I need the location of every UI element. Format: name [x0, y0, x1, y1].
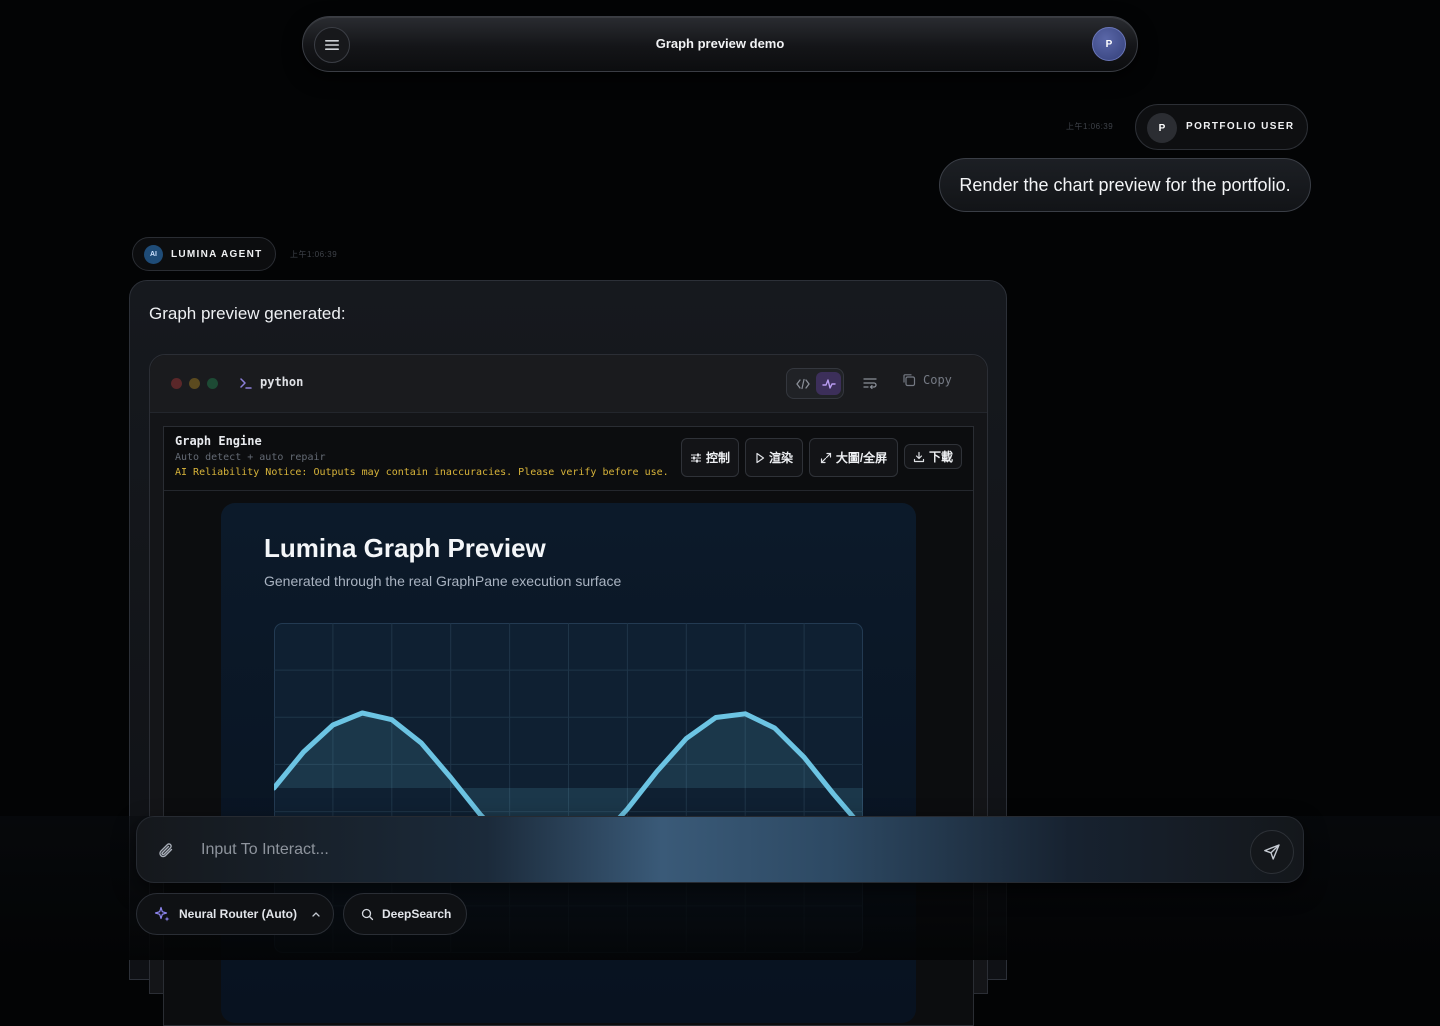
expand-icon [820, 452, 831, 463]
user-sender-name: PORTFOLIO USER [1186, 121, 1295, 132]
preview-title: Lumina Graph Preview [264, 533, 546, 563]
agent-avatar: AI [144, 245, 163, 264]
download-label: 下載 [928, 450, 953, 464]
code-block-header: python Copy [150, 355, 987, 413]
user-avatar: P [1147, 113, 1177, 143]
user-avatar-button[interactable]: P [1092, 27, 1126, 61]
agent-message-timestamp: 上午1:06:39 [290, 250, 338, 259]
download-button[interactable]: 下載 [904, 444, 962, 469]
copy-label: Copy [923, 373, 952, 387]
code-view-toggle[interactable] [790, 372, 815, 395]
preview-subtitle: Generated through the real GraphPane exe… [264, 573, 622, 589]
user-message-bubble: Render the chart preview for the portfol… [939, 158, 1311, 212]
sparkles-icon [154, 906, 170, 921]
model-selector[interactable]: Neural Router (Auto) [136, 893, 334, 935]
window-close-dot [171, 378, 182, 389]
graph-engine-title: Graph Engine [175, 434, 262, 448]
controls-label: 控制 [705, 451, 730, 465]
deepsearch-button[interactable]: DeepSearch [343, 893, 467, 935]
view-toggle-group [786, 368, 844, 399]
controls-button[interactable]: 控制 [681, 438, 739, 477]
copy-icon [903, 374, 916, 387]
code-language-label: python [260, 375, 304, 389]
search-icon [361, 908, 374, 920]
render-label: 渲染 [768, 451, 793, 465]
code-icon [795, 378, 810, 389]
sliders-icon [690, 453, 701, 462]
page-title: Graph preview demo [655, 36, 785, 51]
graph-engine-subtitle: Auto detect + auto repair [175, 452, 326, 463]
message-input[interactable] [199, 831, 1229, 869]
wrap-lines-icon[interactable] [862, 376, 878, 390]
top-bar: Graph preview demo P [302, 16, 1138, 72]
send-icon [1264, 844, 1280, 860]
user-message-timestamp: 上午1:06:39 [1066, 122, 1114, 131]
terminal-icon [240, 378, 252, 389]
model-selector-label: Neural Router (Auto) [179, 907, 297, 921]
graph-view-toggle[interactable] [816, 372, 841, 395]
play-icon [756, 452, 765, 463]
chevron-up-icon [312, 912, 320, 917]
agent-sender-name: LUMINA AGENT [171, 249, 263, 260]
render-button[interactable]: 渲染 [745, 438, 803, 477]
window-minimize-dot [189, 378, 200, 389]
window-maximize-dot [207, 378, 218, 389]
agent-sender-chip: AI LUMINA AGENT [132, 237, 276, 271]
activity-graph-icon [821, 378, 836, 389]
paperclip-icon[interactable] [157, 841, 177, 861]
download-icon [913, 451, 925, 462]
user-sender-chip: P PORTFOLIO USER [1135, 104, 1308, 150]
send-button[interactable] [1250, 830, 1294, 874]
fullscreen-label: 大圖/全屏 [835, 451, 888, 465]
copy-button[interactable]: Copy [902, 373, 952, 387]
reliability-notice: AI Reliability Notice: Outputs may conta… [175, 467, 669, 478]
graph-engine-header: Graph Engine Auto detect + auto repair A… [164, 427, 973, 491]
fullscreen-button[interactable]: 大圖/全屏 [809, 438, 898, 477]
deepsearch-label: DeepSearch [382, 907, 452, 921]
composer-bar [136, 816, 1304, 883]
agent-message-text: Graph preview generated: [149, 304, 346, 323]
